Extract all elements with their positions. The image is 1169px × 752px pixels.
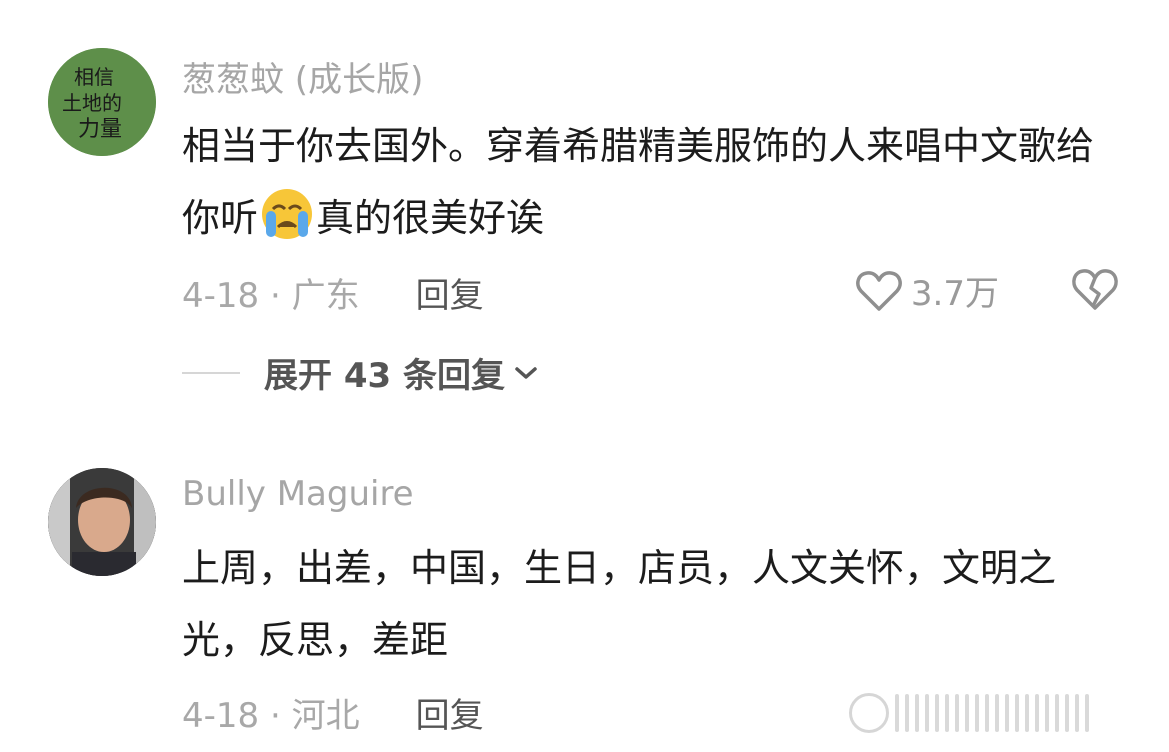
chevron-down-icon: [515, 366, 537, 379]
watermark-circle: [849, 693, 889, 733]
like-count: 3.7万: [910, 274, 999, 314]
avatar-text-3: 力量: [78, 117, 122, 142]
like-button[interactable]: 3.7万: [855, 266, 999, 315]
username[interactable]: 葱葱蚊 (成长版): [182, 52, 423, 101]
avatar-calligraphy-image: 相信 土地的 力量: [48, 48, 156, 156]
date-location: 4-18 · 广东: [182, 276, 360, 316]
divider-line: [182, 371, 240, 374]
comment-text-part-2: 真的很美好诶: [316, 196, 545, 240]
comment-meta: 4-18 · 河北 回复: [182, 688, 484, 737]
comment-text: 相当于你去国外。穿着希腊精美服饰的人来唱中文歌给你听 真的很美好诶: [182, 110, 1112, 254]
watermark: [849, 690, 1149, 736]
reply-button[interactable]: 回复: [416, 268, 484, 317]
avatar-text-1: 相信: [74, 65, 114, 89]
expand-replies-label: 展开 43 条回复: [264, 356, 505, 396]
expand-replies-button[interactable]: 展开 43 条回复: [182, 348, 539, 397]
username[interactable]: Bully Maguire: [182, 474, 414, 514]
avatar[interactable]: [48, 468, 156, 576]
comment-meta: 4-18 · 广东 回复: [182, 268, 484, 317]
loudly-crying-face-icon: [262, 189, 313, 239]
avatar[interactable]: 相信 土地的 力量: [48, 48, 156, 156]
avatar-portrait-image: [48, 468, 156, 576]
reply-button[interactable]: 回复: [416, 688, 484, 737]
broken-heart-icon[interactable]: [1071, 266, 1119, 312]
heart-icon: [856, 270, 902, 311]
comment-text: 上周，出差，中国，生日，店员，人文关怀，文明之光，反思，差距: [182, 546, 1057, 662]
date-location: 4-18 · 河北: [182, 696, 360, 736]
avatar-text-2: 土地的: [62, 91, 122, 115]
